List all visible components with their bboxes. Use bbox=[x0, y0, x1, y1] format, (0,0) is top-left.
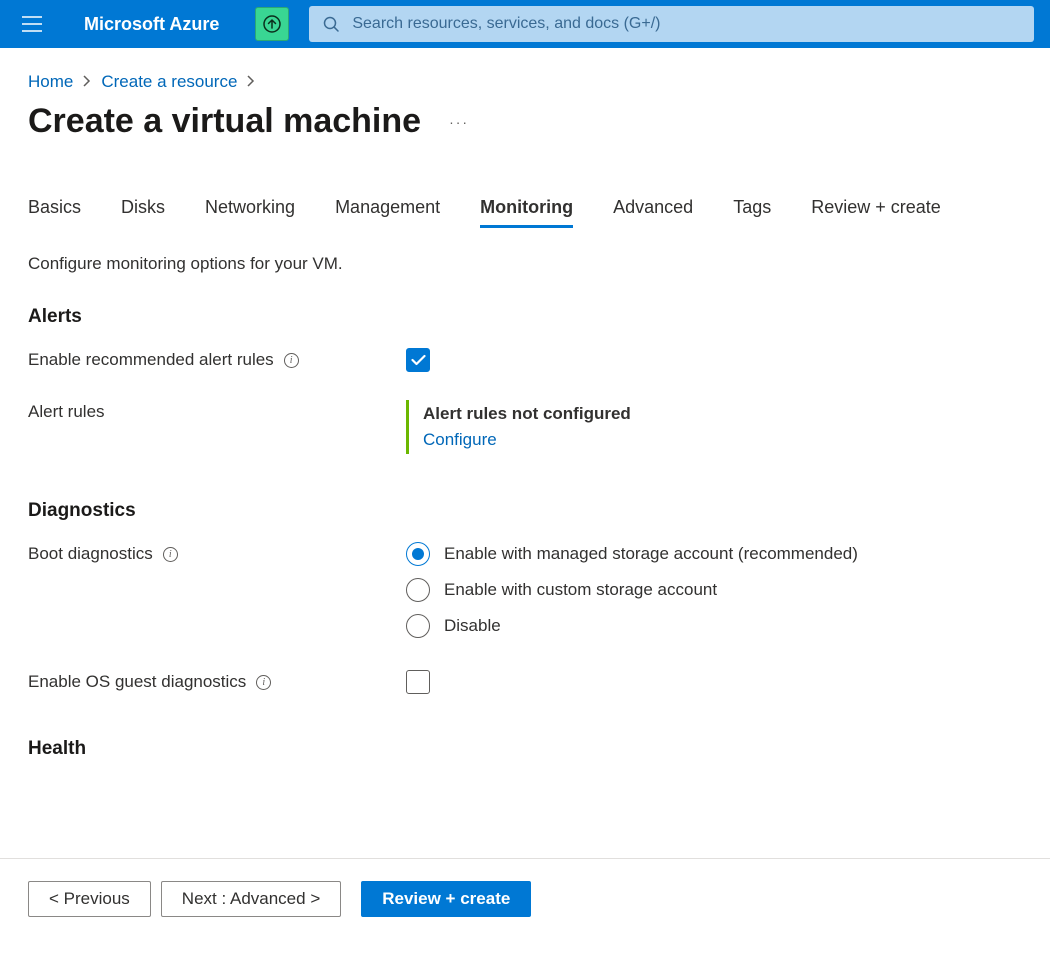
page-title: Create a virtual machine bbox=[28, 102, 421, 141]
global-search-bar[interactable] bbox=[309, 6, 1034, 42]
section-title-health: Health bbox=[28, 738, 1022, 760]
global-search-input[interactable] bbox=[352, 15, 1020, 33]
hamburger-icon bbox=[22, 16, 42, 32]
info-icon[interactable]: i bbox=[163, 547, 178, 562]
previous-button[interactable]: < Previous bbox=[28, 881, 151, 917]
section-title-diagnostics: Diagnostics bbox=[28, 500, 1022, 522]
alert-rules-label: Alert rules bbox=[28, 402, 105, 422]
boot-diagnostics-label: Boot diagnostics bbox=[28, 544, 153, 564]
row-boot-diagnostics: Boot diagnostics i Enable with managed s… bbox=[28, 542, 1022, 638]
review-create-button[interactable]: Review + create bbox=[361, 881, 531, 917]
top-nav-bar: Microsoft Azure bbox=[0, 0, 1050, 48]
alert-rules-configure-link[interactable]: Configure bbox=[423, 430, 1022, 450]
radio-icon bbox=[406, 614, 430, 638]
tab-basics[interactable]: Basics bbox=[28, 197, 81, 228]
row-enable-recommended-alerts: Enable recommended alert rules i bbox=[28, 348, 1022, 372]
alert-rules-status-text: Alert rules not configured bbox=[423, 404, 1022, 424]
main-content: Home Create a resource Create a virtual … bbox=[0, 48, 1050, 858]
row-enable-os-guest-diagnostics: Enable OS guest diagnostics i bbox=[28, 670, 1022, 694]
enable-os-guest-diagnostics-label: Enable OS guest diagnostics bbox=[28, 672, 246, 692]
more-actions-button[interactable]: ··· bbox=[449, 114, 469, 130]
footer-actions: < Previous Next : Advanced > Review + cr… bbox=[0, 858, 1050, 939]
alert-rules-status-panel: Alert rules not configured Configure bbox=[406, 400, 1022, 454]
info-icon[interactable]: i bbox=[284, 353, 299, 368]
boot-diagnostics-radio-group: Enable with managed storage account (rec… bbox=[406, 542, 1022, 638]
chevron-right-icon bbox=[247, 72, 255, 92]
radio-label: Enable with custom storage account bbox=[444, 580, 717, 600]
chevron-right-icon bbox=[83, 72, 91, 92]
hamburger-menu-button[interactable] bbox=[16, 8, 48, 40]
tab-monitoring[interactable]: Monitoring bbox=[480, 197, 573, 228]
boot-diag-option-managed[interactable]: Enable with managed storage account (rec… bbox=[406, 542, 1022, 566]
tab-tags[interactable]: Tags bbox=[733, 197, 771, 228]
boot-diag-option-custom[interactable]: Enable with custom storage account bbox=[406, 578, 1022, 602]
radio-label: Disable bbox=[444, 616, 501, 636]
radio-label: Enable with managed storage account (rec… bbox=[444, 544, 858, 564]
radio-icon bbox=[406, 578, 430, 602]
enable-recommended-alerts-checkbox[interactable] bbox=[406, 348, 430, 372]
upload-arrow-icon bbox=[263, 15, 281, 33]
tabs-bar: Basics Disks Networking Management Monit… bbox=[28, 197, 1022, 228]
next-button[interactable]: Next : Advanced > bbox=[161, 881, 341, 917]
info-icon[interactable]: i bbox=[256, 675, 271, 690]
cloud-shell-button[interactable] bbox=[255, 7, 289, 41]
breadcrumb-create-resource-link[interactable]: Create a resource bbox=[101, 72, 237, 92]
breadcrumb: Home Create a resource bbox=[28, 72, 1022, 92]
check-icon bbox=[411, 354, 426, 366]
tab-description: Configure monitoring options for your VM… bbox=[28, 254, 1022, 274]
boot-diag-option-disable[interactable]: Disable bbox=[406, 614, 1022, 638]
row-alert-rules: Alert rules Alert rules not configured C… bbox=[28, 400, 1022, 454]
breadcrumb-home-link[interactable]: Home bbox=[28, 72, 73, 92]
tab-advanced[interactable]: Advanced bbox=[613, 197, 693, 228]
tab-disks[interactable]: Disks bbox=[121, 197, 165, 228]
search-icon bbox=[323, 16, 340, 33]
brand-label[interactable]: Microsoft Azure bbox=[84, 14, 219, 35]
tab-management[interactable]: Management bbox=[335, 197, 440, 228]
enable-os-guest-diagnostics-checkbox[interactable] bbox=[406, 670, 430, 694]
tab-networking[interactable]: Networking bbox=[205, 197, 295, 228]
enable-recommended-alerts-label: Enable recommended alert rules bbox=[28, 350, 274, 370]
radio-icon bbox=[406, 542, 430, 566]
section-title-alerts: Alerts bbox=[28, 306, 1022, 328]
title-row: Create a virtual machine ··· bbox=[28, 102, 1022, 141]
tab-review-create[interactable]: Review + create bbox=[811, 197, 941, 228]
